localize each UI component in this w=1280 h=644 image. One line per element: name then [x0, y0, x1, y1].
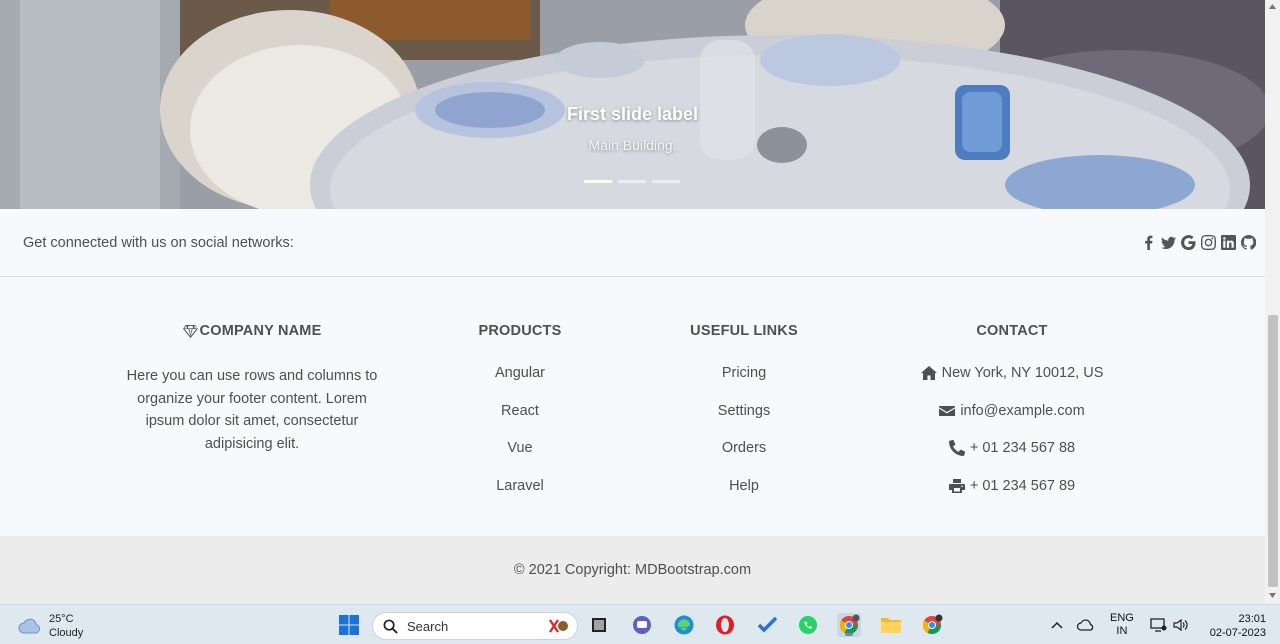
product-link-react[interactable]: React — [501, 403, 539, 419]
image-carousel[interactable]: First slide label Main Building. — [0, 0, 1265, 209]
copyright-bar: © 2021 Copyright: MDBootstrap.com — [0, 536, 1265, 604]
task-view-icon[interactable] — [587, 613, 611, 637]
opera-browser-icon[interactable] — [713, 613, 737, 637]
footer-contact-column: CONTACT New York, NY 10012, US info@exam… — [862, 323, 1162, 516]
contact-address: New York, NY 10012, US — [862, 365, 1162, 403]
search-placeholder: Search — [407, 618, 449, 634]
product-link-angular[interactable]: Angular — [495, 365, 545, 381]
windows-taskbar: 25°C Cloudy Search ENG IN 23:01 02-07-20… — [0, 604, 1280, 644]
link-orders[interactable]: Orders — [722, 440, 766, 456]
page-scrollbar[interactable] — [1265, 0, 1280, 604]
product-link-laravel[interactable]: Laravel — [496, 478, 544, 494]
link-settings[interactable]: Settings — [718, 403, 770, 419]
network-icon[interactable] — [1146, 613, 1170, 637]
social-text: Get connected with us on social networks… — [23, 235, 294, 251]
list-item: Vue — [440, 440, 600, 478]
contact-list: New York, NY 10012, US info@example.com … — [862, 365, 1162, 516]
teams-chat-icon[interactable] — [630, 613, 654, 637]
language-code: ENG — [1110, 612, 1134, 624]
products-list: Angular React Vue Laravel — [440, 365, 600, 516]
contact-phone: + 01 234 567 88 — [862, 440, 1162, 478]
search-icon — [383, 619, 398, 634]
carousel-indicator-1[interactable] — [584, 180, 612, 183]
phone-text: + 01 234 567 88 — [969, 440, 1076, 457]
company-description: Here you can use rows and columns to org… — [126, 368, 378, 452]
phone-icon — [948, 440, 965, 457]
footer-products-column: PRODUCTS Angular React Vue Laravel — [440, 323, 600, 516]
company-title: COMPANY NAME — [199, 323, 322, 339]
volume-icon[interactable] — [1169, 613, 1193, 637]
email-text: info@example.com — [960, 402, 1085, 419]
region-code: IN — [1116, 625, 1128, 637]
todo-checkmark-icon[interactable] — [755, 613, 779, 637]
address-text: New York, NY 10012, US — [941, 365, 1104, 381]
contact-fax: + 01 234 567 89 — [862, 478, 1162, 516]
github-icon[interactable] — [1240, 234, 1256, 250]
system-clock[interactable]: 23:01 02-07-2023 — [1210, 612, 1266, 640]
link-help[interactable]: Help — [729, 478, 759, 494]
search-highlight-icon — [547, 616, 569, 636]
edge-browser-icon[interactable] — [672, 613, 696, 637]
envelope-icon — [939, 405, 956, 416]
contact-heading: CONTACT — [976, 323, 1048, 339]
weather-temp: 25°C — [49, 613, 74, 625]
scroll-down-arrow-icon[interactable] — [1268, 591, 1277, 599]
chrome-profile-icon[interactable] — [837, 613, 861, 637]
company-heading: COMPANY NAME — [122, 323, 382, 339]
useful-links-heading: USEFUL LINKS — [690, 323, 798, 339]
file-explorer-icon[interactable] — [879, 613, 903, 637]
carousel-slide-label: First slide label — [566, 104, 699, 124]
cloud-icon — [18, 618, 40, 634]
social-icons — [1140, 234, 1256, 250]
facebook-icon[interactable] — [1140, 234, 1156, 250]
footer-columns: COMPANY NAME Here you can use rows and c… — [0, 277, 1265, 536]
footer-company-column: COMPANY NAME Here you can use rows and c… — [122, 323, 382, 455]
list-item: React — [440, 403, 600, 441]
taskbar-search[interactable]: Search — [372, 612, 578, 640]
social-bar: Get connected with us on social networks… — [0, 209, 1265, 277]
windows-start-icon[interactable] — [337, 613, 361, 637]
chrome-browser-icon[interactable] — [920, 613, 944, 637]
scrollbar-thumb[interactable] — [1268, 315, 1278, 587]
fax-text: + 01 234 567 89 — [969, 478, 1076, 495]
products-heading: PRODUCTS — [478, 323, 562, 339]
gem-icon — [182, 324, 198, 338]
language-indicator[interactable]: ENG IN — [1110, 605, 1134, 644]
contact-email: info@example.com — [862, 403, 1162, 441]
twitter-icon[interactable] — [1160, 234, 1176, 250]
clock-date: 02-07-2023 — [1209, 627, 1266, 639]
list-item: Laravel — [440, 478, 600, 516]
useful-links-list: Pricing Settings Orders Help — [664, 365, 824, 516]
browser-viewport: First slide label Main Building. Get con… — [0, 0, 1265, 604]
list-item: Angular — [440, 365, 600, 403]
weather-desc: Cloudy — [49, 627, 84, 639]
scroll-up-arrow-icon[interactable] — [1268, 3, 1277, 11]
list-item: Orders — [664, 440, 824, 478]
weather-widget[interactable]: 25°C Cloudy — [18, 612, 83, 640]
chevron-up-icon[interactable] — [1045, 613, 1069, 637]
link-pricing[interactable]: Pricing — [722, 365, 766, 381]
product-link-vue[interactable]: Vue — [507, 440, 532, 456]
list-item: Settings — [664, 403, 824, 441]
linkedin-icon[interactable] — [1220, 234, 1236, 250]
footer-links-column: USEFUL LINKS Pricing Settings Orders Hel… — [664, 323, 824, 516]
copyright-text: © 2021 Copyright: MDBootstrap.com — [513, 562, 752, 578]
whatsapp-icon[interactable] — [796, 613, 820, 637]
list-item: Help — [664, 478, 824, 516]
home-icon — [920, 366, 937, 380]
carousel-indicator-3[interactable] — [652, 180, 680, 183]
carousel-slide-caption: Main Building. — [588, 137, 677, 153]
instagram-icon[interactable] — [1200, 234, 1216, 250]
onedrive-cloud-icon[interactable] — [1074, 613, 1098, 637]
list-item: Pricing — [664, 365, 824, 403]
clock-time: 23:01 — [1238, 613, 1266, 625]
active-app-indicator — [845, 633, 853, 636]
carousel-indicator-2[interactable] — [618, 180, 646, 183]
carousel-indicators — [584, 180, 680, 183]
google-icon[interactable] — [1180, 234, 1196, 250]
printer-icon — [948, 479, 965, 494]
